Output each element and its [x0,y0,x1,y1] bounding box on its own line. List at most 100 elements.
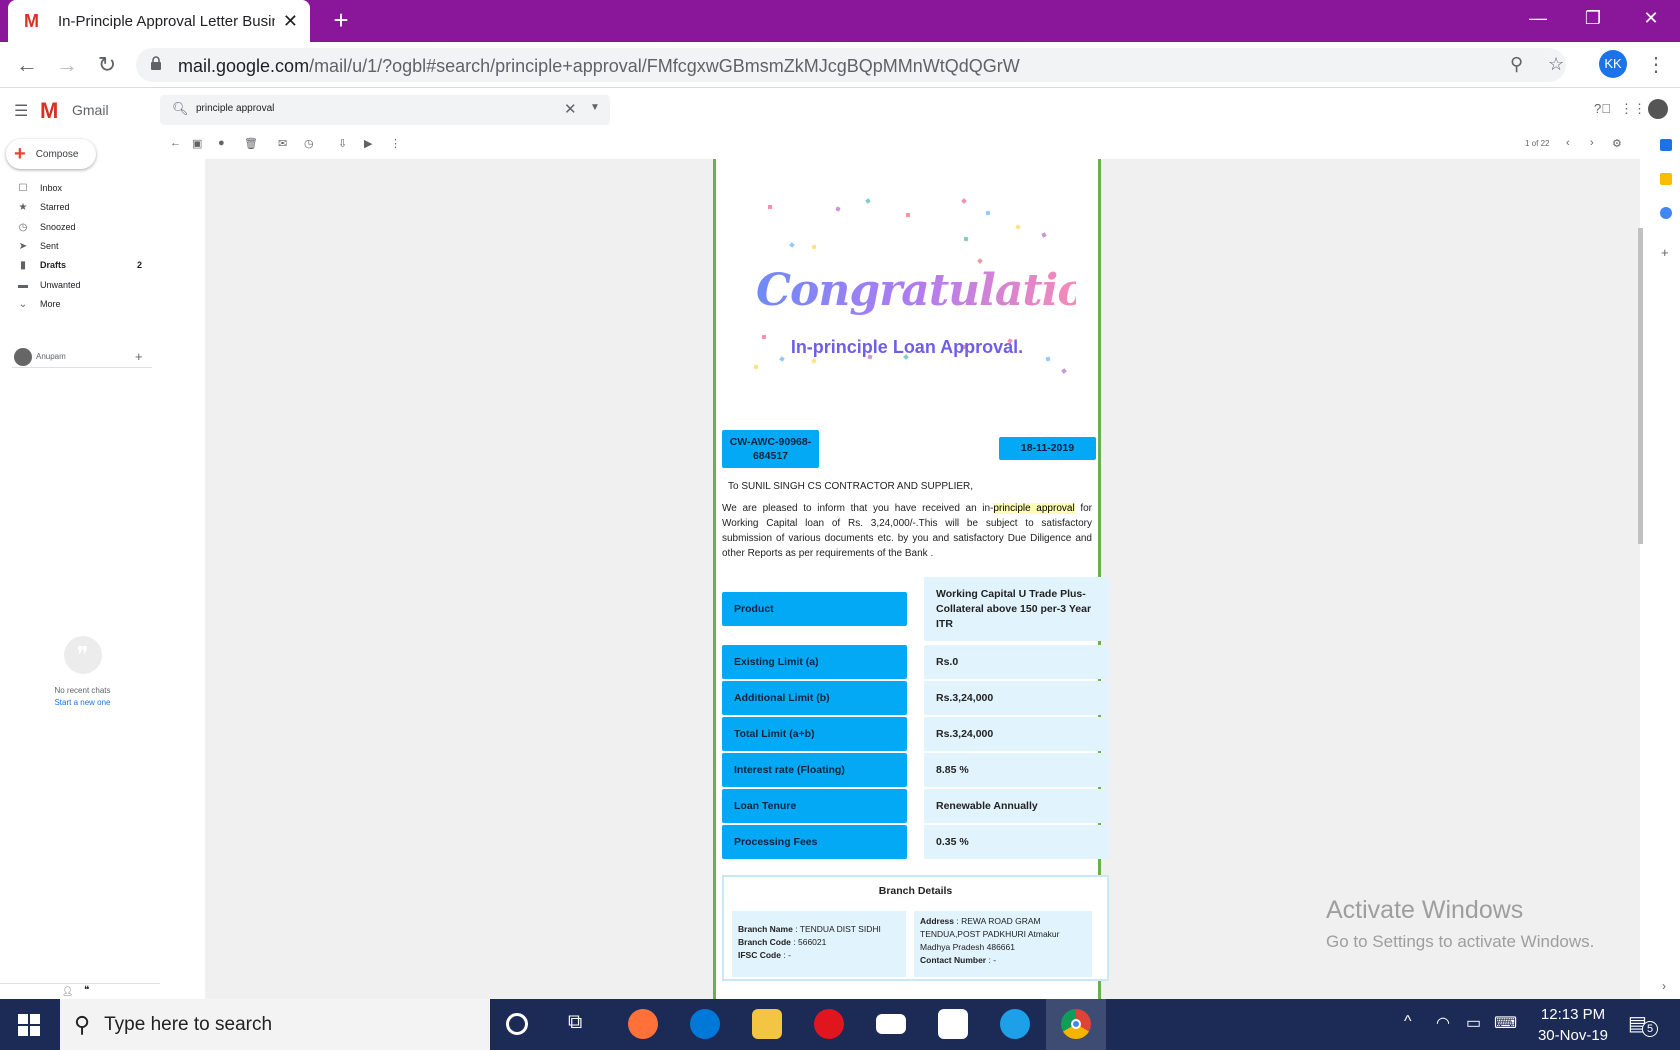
windows-taskbar: ⚲ Type here to search ⧉ ^ ◠ ▭ ⌨ 12:13 PM… [0,999,1680,1050]
snooze-icon[interactable]: ◷ [304,137,314,150]
detail-label: Loan Tenure [722,789,907,823]
search-options-icon[interactable]: ▼ [590,102,600,113]
back-to-search-icon[interactable]: ← [170,137,181,149]
older-icon[interactable]: › [1590,137,1594,149]
browser-tab-strip: M In-Principle Approval Letter Busin ✕ +… [0,0,1680,42]
start-chat-link[interactable]: Start a new one [30,698,135,707]
expand-panel-icon[interactable]: › [1662,979,1666,993]
internet-explorer-icon[interactable] [1000,1009,1030,1039]
firefox-icon[interactable] [628,1009,658,1039]
store-icon[interactable] [938,1009,968,1039]
letter-subtitle: In-principle Loan Approval. [790,337,1024,357]
calendar-icon[interactable] [1660,139,1672,151]
detail-label: Additional Limit (b) [722,681,907,715]
search-icon[interactable]: 🔍︎ [172,101,189,117]
bookmark-star-icon[interactable]: ☆ [1548,54,1564,75]
sidebar-item-more[interactable]: ⌄ More [0,294,150,314]
file-explorer-icon[interactable] [752,1009,782,1039]
mail-icon[interactable] [876,1014,906,1034]
sidebar-item-sent[interactable]: ➤ Sent [0,236,150,256]
mark-unread-icon[interactable]: ✉ [278,137,287,150]
browser-tab[interactable]: M In-Principle Approval Letter Busin ✕ [8,0,310,42]
side-panel: + › [1652,131,1680,999]
sidebar-item-drafts[interactable]: ▮ Drafts 2 [0,255,150,275]
account-avatar[interactable] [1648,99,1668,119]
branch-info: Branch Name : TENDUA DIST SIDHI Branch C… [732,911,906,977]
windows-start-icon[interactable] [18,1014,40,1036]
sidebar-item-snoozed[interactable]: ◷ Snoozed [0,217,150,237]
close-tab-icon[interactable]: ✕ [283,11,298,32]
edge-icon[interactable] [690,1009,720,1039]
confetti-piece [963,236,969,242]
hangouts-icon[interactable]: ❝ [84,985,89,996]
compose-button[interactable]: + Compose [6,139,96,169]
browser-menu-icon[interactable]: ⋮ [1646,52,1666,77]
branch-address: Address : REWA ROAD GRAM TENDUA,POST PAD… [914,911,1092,977]
tasks-icon[interactable] [1660,207,1672,219]
detail-label: Existing Limit (a) [722,645,907,679]
system-clock[interactable]: 12:13 PM 30-Nov-19 [1528,1004,1618,1046]
person-icon[interactable]: 👤︎ [62,986,73,997]
detail-row-interest-rate: Interest rate (Floating) 8.85 % [722,753,1109,787]
sidebar-item-inbox[interactable]: ☐ Inbox [0,178,150,198]
newer-icon[interactable]: ‹ [1566,137,1570,149]
report-spam-icon[interactable]: ● [218,137,225,149]
detail-label: Total Limit (a+b) [722,717,907,751]
keep-icon[interactable] [1660,173,1672,185]
network-icon[interactable]: ◠ [1436,1013,1450,1033]
new-tab-button[interactable]: + [326,6,356,36]
profile-avatar[interactable]: KK [1599,50,1627,78]
taskbar-search[interactable]: ⚲ Type here to search [60,999,490,1050]
archive-icon[interactable]: ▣ [192,137,202,150]
zoom-icon[interactable]: ⚲ [1510,54,1523,75]
restore-button[interactable]: ❐ [1566,0,1620,38]
gmail-logo-icon[interactable]: M [40,98,58,124]
settings-gear-icon[interactable]: ⚙ [1612,137,1622,150]
chevron-down-icon: ⌄ [18,298,28,310]
opera-icon[interactable] [814,1009,844,1039]
more-actions-icon[interactable]: ⋮ [390,137,401,150]
help-icon[interactable]: ?⃝ [1594,101,1611,116]
main-menu-icon[interactable]: ☰ [14,101,28,121]
action-center-icon[interactable]: ▤ 5 [1628,1011,1658,1037]
cortana-icon[interactable] [506,1013,528,1035]
get-addons-icon[interactable]: + [1661,245,1669,260]
task-view-icon[interactable]: ⧉ [568,1011,582,1034]
sidebar-item-unwanted[interactable]: ▬ Unwanted [0,275,150,295]
apps-grid-icon[interactable]: ⋮⋮ [1620,101,1646,117]
lock-icon [151,56,161,70]
sidebar-footer: 👤︎ ❝ [0,983,160,999]
add-chat-icon[interactable]: + [135,349,143,364]
gmail-favicon-icon: M [24,11,39,31]
keyboard-icon[interactable]: ⌨ [1494,1013,1517,1033]
confetti-piece [977,258,983,264]
minimize-button[interactable]: — [1511,0,1565,38]
move-to-icon[interactable]: ⇩ [338,137,347,150]
search-icon: ⚲ [74,1011,91,1037]
confetti-piece [811,358,817,364]
hangouts-user[interactable]: Anupam + [12,348,152,368]
confetti-piece [835,206,841,212]
battery-icon[interactable]: ▭ [1466,1013,1481,1033]
chrome-taskbar-button[interactable] [1046,999,1106,1050]
back-button[interactable]: ← [12,50,42,80]
search-box[interactable]: 🔍︎ principle approval ✕ ▼ [160,95,610,125]
delete-icon[interactable]: 🗑︎ [244,137,258,150]
gmail-wordmark: Gmail [72,102,109,118]
sidebar-item-starred[interactable]: ★ Starred [0,197,150,217]
chat-empty-state: ❞ No recent chats Start a new one [30,636,135,707]
clear-search-icon[interactable]: ✕ [564,100,577,118]
message-toolbar: ← ▣ ● 🗑︎ ✉ ◷ ⇩ ▶ ⋮ 1 of 22 ‹ › ⚙ [160,131,1640,159]
label-icon[interactable]: ▶ [364,137,372,150]
scrollbar-thumb[interactable] [1638,228,1643,544]
confetti-piece [1015,224,1021,230]
address-bar[interactable]: mail.google.com/mail/u/1/?ogbl#search/pr… [136,48,1566,82]
close-window-button[interactable]: ✕ [1624,0,1678,38]
reload-button[interactable]: ↻ [92,50,122,80]
search-input[interactable]: principle approval [196,103,274,114]
forward-button[interactable]: → [52,50,82,80]
clock-icon: ◷ [18,221,28,233]
show-hidden-icons[interactable]: ^ [1404,1013,1412,1031]
confetti-piece [1061,368,1067,374]
url-text: mail.google.com/mail/u/1/?ogbl#search/pr… [178,56,1020,76]
